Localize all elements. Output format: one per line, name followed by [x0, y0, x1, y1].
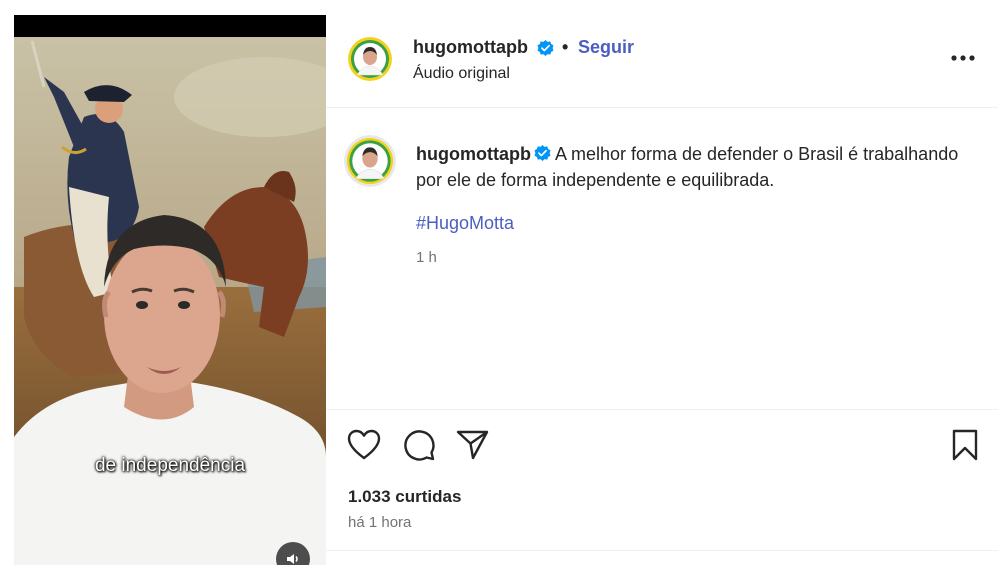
share-icon — [456, 430, 489, 460]
comment-icon — [404, 430, 435, 461]
post-details-panel: hugomottapb • Seguir Áudio original hugo… — [326, 15, 1008, 565]
share-button[interactable] — [455, 427, 491, 463]
video-frame — [14, 37, 326, 565]
save-button[interactable] — [947, 427, 983, 463]
heart-icon — [347, 429, 381, 460]
reel-video[interactable]: de independência — [14, 15, 326, 565]
verified-icon — [537, 40, 554, 56]
bookmark-icon — [952, 429, 978, 461]
like-button[interactable] — [346, 427, 382, 463]
post-header: hugomottapb • Seguir Áudio original — [326, 15, 998, 108]
post-author-username[interactable]: hugomottapb — [413, 37, 528, 58]
post-caption: hugomottapb A melhor forma de defender o… — [326, 109, 998, 409]
avatar[interactable] — [348, 37, 392, 81]
more-options-icon[interactable] — [948, 51, 978, 65]
caption-timestamp: 1 h — [416, 249, 437, 266]
video-caption: de independência — [94, 455, 246, 476]
audio-source-link[interactable]: Áudio original — [413, 65, 510, 83]
caption-text-block: hugomottapb A melhor forma de defender o… — [416, 141, 976, 193]
post-timestamp: há 1 hora — [348, 514, 412, 531]
video-top-bar — [14, 15, 326, 37]
speaker-icon — [287, 554, 298, 564]
verified-icon — [534, 145, 551, 161]
action-bar: 1.033 curtidas há 1 hora — [326, 409, 998, 565]
divider — [326, 550, 998, 551]
hashtag-link[interactable]: #HugoMotta — [416, 213, 514, 234]
separator-dot: • — [562, 37, 569, 57]
likes-count[interactable]: 1.033 curtidas — [348, 487, 461, 507]
follow-button[interactable]: Seguir — [578, 37, 634, 58]
caption-username[interactable]: hugomottapb — [416, 144, 531, 164]
comment-button[interactable] — [401, 427, 437, 463]
avatar[interactable] — [344, 135, 396, 187]
